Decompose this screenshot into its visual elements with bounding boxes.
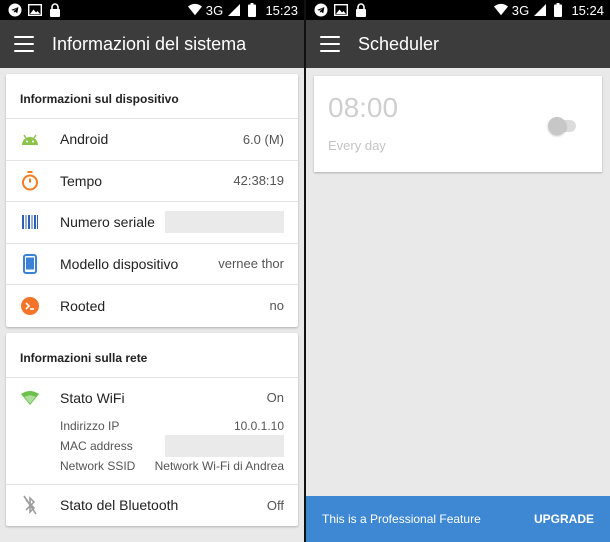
- upgrade-bar: This is a Professional Feature UPGRADE: [306, 496, 610, 542]
- wifi-label: Stato WiFi: [60, 389, 125, 406]
- row-label: Stato del Bluetooth: [60, 497, 179, 514]
- upgrade-message: This is a Professional Feature: [322, 512, 481, 526]
- page-title: Scheduler: [358, 33, 440, 54]
- card-title: Informazioni sulla rete: [6, 333, 298, 378]
- row-value: vernee thor: [218, 256, 284, 272]
- schedule-card[interactable]: 08:00 Every day: [314, 76, 602, 172]
- schedule-toggle[interactable]: [548, 117, 576, 135]
- menu-icon[interactable]: [14, 36, 34, 52]
- device-info-card: Informazioni sul dispositivo Android 6.0…: [6, 74, 298, 327]
- mac-row: MAC address: [20, 434, 284, 457]
- ip-row: Indirizzo IP 10.0.1.10: [20, 416, 284, 436]
- status-bar: 3G 15:24: [306, 0, 610, 20]
- telegram-icon: [8, 3, 22, 17]
- image-icon: [28, 3, 42, 17]
- cell-signal-icon: [227, 3, 241, 17]
- clock: 15:24: [571, 2, 604, 18]
- row-value: no: [269, 298, 284, 314]
- stopwatch-icon: [20, 170, 40, 191]
- app-toolbar: Scheduler: [306, 20, 610, 68]
- row-uptime[interactable]: Tempo 42:38:19: [6, 161, 298, 202]
- mac-label: MAC address: [60, 438, 133, 453]
- phone-icon: [20, 253, 40, 274]
- row-rooted[interactable]: Rooted no: [6, 285, 298, 327]
- wifi-signal-icon: [187, 3, 202, 17]
- status-bar: 3G 15:23: [0, 0, 304, 20]
- row-label: Android: [60, 131, 109, 148]
- right-screen: 3G 15:24 Scheduler 08:00 Every day This …: [306, 0, 610, 542]
- cell-signal-icon: [533, 3, 547, 17]
- image-icon: [334, 3, 348, 17]
- ssid-label: Network SSID: [60, 458, 136, 473]
- screenshot-pair: 3G 15:23 Informazioni del sistema Inform…: [0, 0, 610, 542]
- row-bluetooth[interactable]: Stato del Bluetooth Off: [6, 485, 298, 527]
- schedule-time: 08:00: [328, 92, 399, 123]
- redacted-mac: [165, 434, 284, 457]
- card-title: Informazioni sul dispositivo: [6, 74, 298, 119]
- telegram-icon: [314, 3, 328, 17]
- app-toolbar: Informazioni del sistema: [0, 20, 304, 68]
- row-label: Rooted: [60, 297, 106, 314]
- network-type: 3G: [205, 2, 224, 18]
- terminal-icon: [20, 296, 40, 316]
- schedule-repeat: Every day: [328, 138, 386, 153]
- ip-value: 10.0.1.10: [233, 418, 284, 433]
- bluetooth-disabled-icon: [20, 495, 40, 515]
- clock: 15:23: [265, 2, 298, 18]
- row-value: 42:38:19: [233, 173, 284, 189]
- menu-icon[interactable]: [320, 36, 340, 52]
- wifi-value: On: [266, 390, 284, 405]
- row-value: Off: [266, 497, 284, 513]
- row-label: Tempo: [60, 172, 103, 189]
- row-label: Numero seriale: [60, 214, 155, 231]
- upgrade-button[interactable]: UPGRADE: [534, 512, 594, 526]
- row-android[interactable]: Android 6.0 (M): [6, 119, 298, 161]
- ip-label: Indirizzo IP: [60, 418, 120, 433]
- wifi-status-block[interactable]: Stato WiFi On Indirizzo IP 10.0.1.10 MAC…: [6, 378, 298, 485]
- lock-icon: [354, 3, 368, 17]
- wifi-icon: [20, 388, 40, 408]
- network-type: 3G: [511, 2, 530, 18]
- wifi-signal-icon: [493, 3, 508, 17]
- barcode-icon: [20, 212, 40, 232]
- network-info-card: Informazioni sulla rete Stato WiFi On In…: [6, 332, 298, 527]
- main-content: Informazioni sul dispositivo Android 6.0…: [0, 68, 304, 538]
- battery-icon: [551, 3, 565, 17]
- lock-icon: [48, 3, 62, 17]
- battery-icon: [245, 3, 259, 17]
- row-label: Modello dispositivo: [60, 255, 179, 272]
- row-model[interactable]: Modello dispositivo vernee thor: [6, 244, 298, 285]
- left-screen: 3G 15:23 Informazioni del sistema Inform…: [0, 0, 304, 542]
- redacted-serial: [165, 211, 284, 234]
- android-icon: [20, 129, 40, 149]
- ssid-value: Network Wi-Fi di Andrea: [154, 458, 284, 473]
- row-serial[interactable]: Numero seriale: [6, 202, 298, 244]
- ssid-row: Network SSID Network Wi-Fi di Andrea: [20, 456, 284, 476]
- row-value: 6.0 (M): [242, 131, 284, 147]
- page-title: Informazioni del sistema: [52, 33, 247, 54]
